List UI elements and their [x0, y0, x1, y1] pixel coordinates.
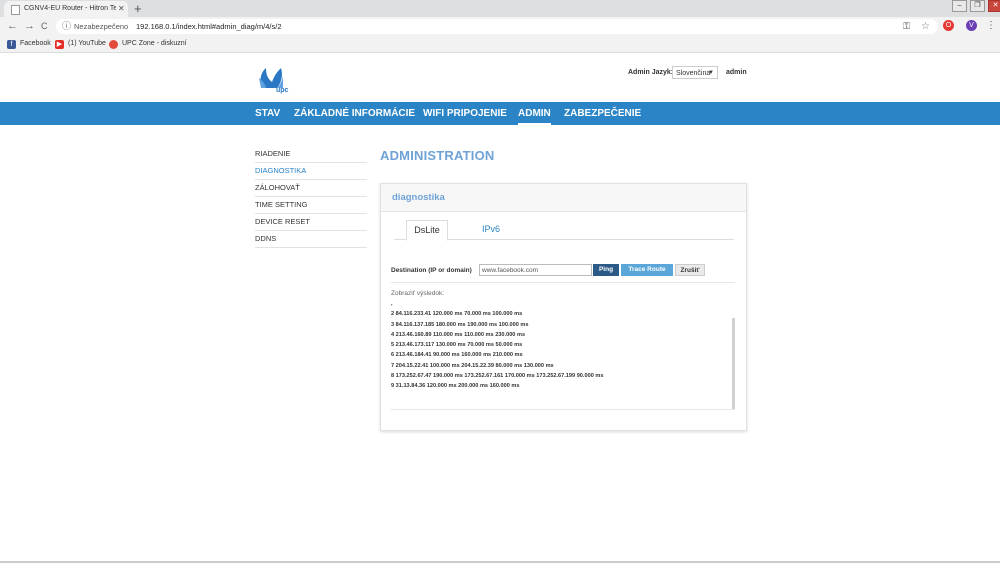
browser-tab[interactable]: CGNV4-EU Router - Hitron Techn ✕	[4, 1, 128, 17]
new-tab-button[interactable]: +	[134, 1, 142, 16]
opera-extension-icon[interactable]: O	[943, 20, 954, 31]
diagnostics-panel: diagnostika DsLite IPv6 Destination (IP …	[380, 183, 747, 431]
tab-ipv6[interactable]: IPv6	[471, 220, 511, 239]
divider	[391, 282, 735, 283]
main-menu: STAV ZÁKLADNÉ INFORMÁCIE WIFI PRIPOJENIE…	[0, 102, 1000, 125]
language-selected: Slovenčina	[676, 70, 711, 77]
url-text: 192.168.0.1/index.html#admin_diag/m/4/s/…	[136, 22, 282, 31]
insecure-label: Nezabezpečeno	[74, 22, 129, 31]
vpn-extension-icon[interactable]: V	[966, 20, 977, 31]
minimize-button[interactable]: –	[952, 0, 967, 12]
menu-stav[interactable]: STAV	[255, 107, 280, 120]
close-tab-icon[interactable]: ✕	[118, 3, 125, 15]
user-link[interactable]: admin	[726, 67, 747, 79]
back-button[interactable]: ←	[7, 19, 18, 34]
address-bar-row: ← → C ⓘ Nezabezpečeno 192.168.0.1/index.…	[0, 17, 1000, 36]
results-scrollbar[interactable]	[732, 318, 735, 409]
sidebar-item-zalohovat[interactable]: ZÁLOHOVAŤ	[255, 180, 367, 197]
result-line: 7 204.15.22.41 100.000 ms 204.15.22.39 8…	[391, 362, 554, 369]
result-line: 3 84.116.137.185 180.000 ms 190.000 ms 1…	[391, 321, 529, 328]
menu-admin[interactable]: ADMIN	[518, 107, 551, 125]
result-line: 8 173.252.67.47 190.000 ms 173.252.67.16…	[391, 373, 604, 380]
logo-text: upc	[276, 87, 289, 94]
sidebar-item-ddns[interactable]: DDNS	[255, 231, 367, 248]
address-input[interactable]: ⓘ Nezabezpečeno 192.168.0.1/index.html#a…	[56, 19, 938, 34]
browser-menu-icon[interactable]: ⋮	[986, 19, 996, 33]
sidebar-item-time-setting[interactable]: TIME SETTING	[255, 197, 367, 214]
result-line: 9 31.13.84.36 120.000 ms 200.000 ms 160.…	[391, 383, 520, 390]
bookmark-youtube[interactable]: ▶ (1) YouTube	[55, 39, 106, 49]
close-window-button[interactable]: ✕	[988, 0, 1000, 12]
browser-tabstrip: CGNV4-EU Router - Hitron Techn ✕ + – ❐ ✕	[0, 0, 1000, 17]
bookmark-upc-zone[interactable]: UPC Zone - diskuzní	[109, 39, 187, 49]
youtube-icon: ▶	[55, 39, 64, 49]
protocol-tabs: DsLite IPv6	[394, 219, 734, 241]
result-line: 6 213.46.184.41 90.000 ms 160.000 ms 210…	[391, 352, 523, 359]
bookmark-label: Facebook	[20, 40, 51, 47]
sidebar-item-device-reset[interactable]: DEVICE RESET	[255, 214, 367, 231]
facebook-icon: f	[7, 39, 16, 49]
bookmark-facebook[interactable]: f Facebook	[7, 39, 51, 49]
destination-label: Destination (IP or domain)	[391, 267, 472, 274]
key-icon[interactable]: ⚿	[903, 20, 910, 33]
result-line: 4 213.46.160.89 110.000 ms 110.000 ms 23…	[391, 331, 526, 338]
chevron-down-icon: ▼	[708, 70, 714, 76]
bookmark-star-icon[interactable]: ☆	[921, 20, 930, 33]
results-output: , 2 84.116.233.41 120.000 ms 70.000 ms 1…	[391, 299, 721, 392]
restore-button[interactable]: ❐	[970, 0, 985, 12]
menu-wifi-pripojenie[interactable]: WIFI PRIPOJENIE	[423, 107, 507, 120]
ping-button[interactable]: Ping	[593, 264, 619, 276]
divider	[391, 409, 735, 410]
cancel-button[interactable]: Zrušiť	[675, 264, 705, 276]
result-line: 2 84.116.233.41 120.000 ms 70.000 ms 100…	[391, 311, 523, 318]
language-select[interactable]: Slovenčina ▼	[672, 66, 718, 79]
page-icon	[11, 5, 20, 15]
reload-button[interactable]: C	[41, 19, 48, 34]
page-title: ADMINISTRATION	[380, 148, 495, 163]
bookmark-label: UPC Zone - diskuzní	[122, 40, 187, 47]
menu-zabezpecenie[interactable]: ZABEZPEČENIE	[564, 107, 641, 120]
bookmark-label: (1) YouTube	[68, 40, 106, 47]
result-line: 5 213.46.173.117 130.000 ms 70.000 ms 50…	[391, 342, 523, 349]
menu-zakladne-informacie[interactable]: ZÁKLADNÉ INFORMÁCIE	[294, 107, 415, 120]
trace-route-button[interactable]: Trace Route	[621, 264, 673, 276]
sidebar: RIADENIE DIAGNOSTIKA ZÁLOHOVAŤ TIME SETT…	[255, 146, 367, 248]
tab-dslite[interactable]: DsLite	[406, 220, 448, 241]
admin-language-label: Admin Jazyk:	[628, 69, 674, 76]
info-icon[interactable]: ⓘ	[62, 20, 71, 33]
result-line: ,	[391, 301, 393, 307]
browser-tab-title: CGNV4-EU Router - Hitron Techn	[24, 5, 116, 12]
upc-logo[interactable]: upc	[253, 64, 293, 100]
destination-input[interactable]: www.facebook.com	[479, 264, 592, 276]
sidebar-item-riadenie[interactable]: RIADENIE	[255, 146, 367, 163]
window-controls: – ❐ ✕	[952, 0, 1000, 12]
result-label: Zobraziť výsledok:	[391, 290, 445, 297]
forward-button[interactable]: →	[24, 19, 35, 34]
panel-title: diagnostika	[392, 192, 445, 203]
bookmarks-bar: f Facebook ▶ (1) YouTube UPC Zone - disk…	[0, 36, 1000, 53]
sidebar-item-diagnostika[interactable]: DIAGNOSTIKA	[255, 163, 367, 180]
upc-zone-icon	[109, 39, 118, 49]
